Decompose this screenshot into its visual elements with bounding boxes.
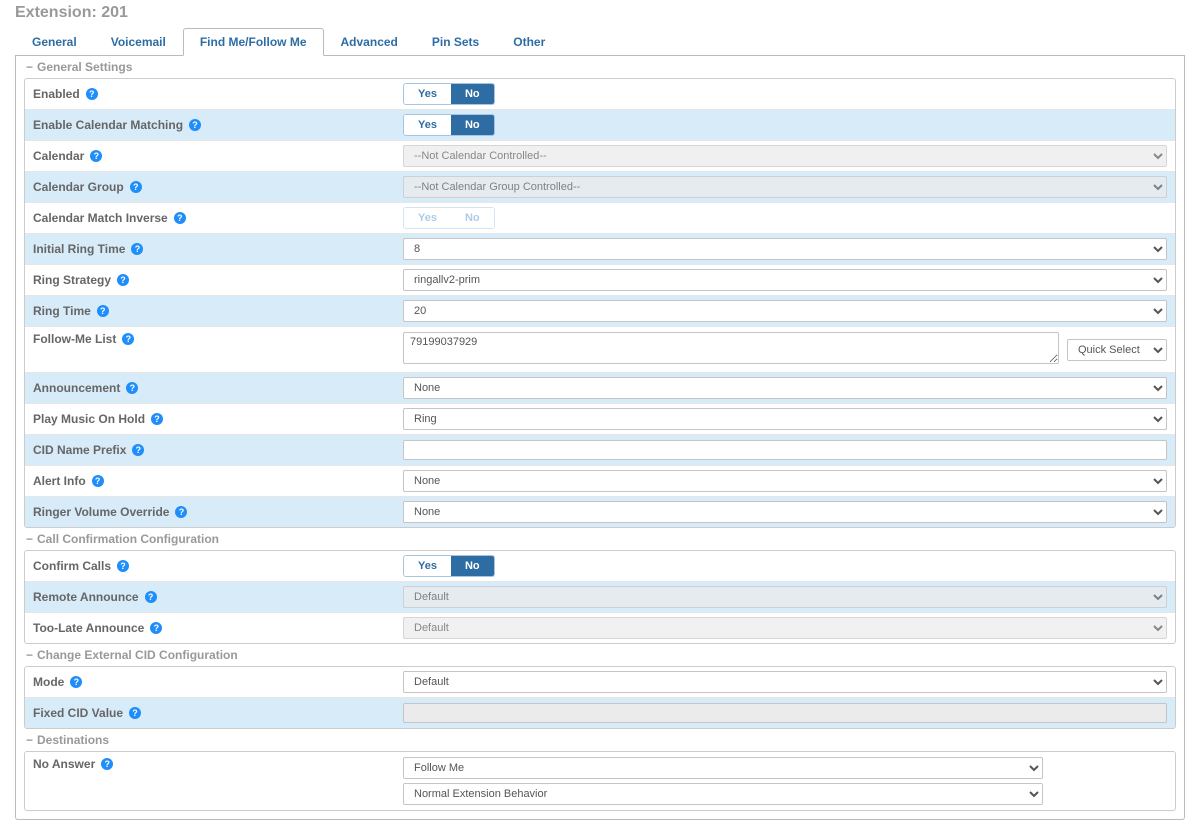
label-ring-strategy: Ring Strategy: [33, 273, 111, 287]
toggle-cal-match[interactable]: Yes No: [403, 114, 495, 136]
section-general-title[interactable]: − General Settings: [24, 56, 1176, 78]
help-icon[interactable]: ?: [101, 758, 113, 770]
select-ring-strategy[interactable]: ringallv2-prim: [403, 269, 1167, 291]
tab-other[interactable]: Other: [496, 28, 562, 56]
help-icon[interactable]: ?: [126, 382, 138, 394]
help-icon[interactable]: ?: [151, 413, 163, 425]
tab-general[interactable]: General: [15, 28, 94, 56]
toggle-confirm-calls[interactable]: Yes No: [403, 555, 495, 577]
collapse-icon: −: [26, 733, 33, 747]
label-remote-announce: Remote Announce: [33, 590, 139, 604]
label-cal-inverse: Calendar Match Inverse: [33, 211, 168, 225]
help-icon[interactable]: ?: [174, 212, 186, 224]
select-no-answer-1[interactable]: Follow Me: [403, 757, 1043, 779]
label-enabled: Enabled: [33, 87, 80, 101]
label-mode: Mode: [33, 675, 64, 689]
select-moh[interactable]: Ring: [403, 408, 1167, 430]
section-extcid-title[interactable]: − Change External CID Configuration: [24, 644, 1176, 666]
help-icon[interactable]: ?: [130, 181, 142, 193]
help-icon[interactable]: ?: [117, 274, 129, 286]
toggle-enabled[interactable]: Yes No: [403, 83, 495, 105]
select-calendar: --Not Calendar Controlled--: [403, 145, 1167, 167]
tab-findme[interactable]: Find Me/Follow Me: [183, 28, 324, 56]
page-title: Extension: 201: [15, 4, 1185, 22]
label-announcement: Announcement: [33, 381, 120, 395]
section-confirm: Confirm Calls? Yes No Remote Announce? D…: [24, 550, 1176, 644]
tab-pinsets[interactable]: Pin Sets: [415, 28, 496, 56]
label-cal-group: Calendar Group: [33, 180, 124, 194]
toggle-enabled-yes[interactable]: Yes: [404, 84, 451, 104]
tab-body: − General Settings Enabled? Yes No Enabl…: [15, 56, 1185, 820]
select-quick-select[interactable]: Quick Select: [1067, 339, 1167, 361]
select-mode[interactable]: Default: [403, 671, 1167, 693]
select-alert-info[interactable]: None: [403, 470, 1167, 492]
input-fixed-cid: [403, 703, 1167, 723]
help-icon[interactable]: ?: [86, 88, 98, 100]
label-ringer-vol: Ringer Volume Override: [33, 505, 169, 519]
select-toolate: Default: [403, 617, 1167, 639]
tab-bar: General Voicemail Find Me/Follow Me Adva…: [15, 28, 1185, 56]
help-icon[interactable]: ?: [97, 305, 109, 317]
section-extcid-label: Change External CID Configuration: [37, 648, 238, 662]
section-dest-label: Destinations: [37, 733, 109, 747]
select-announcement[interactable]: None: [403, 377, 1167, 399]
select-ring-time[interactable]: 20: [403, 300, 1167, 322]
select-init-ring[interactable]: 8: [403, 238, 1167, 260]
select-remote-announce: Default: [403, 586, 1167, 608]
help-icon[interactable]: ?: [70, 676, 82, 688]
help-icon[interactable]: ?: [122, 333, 134, 345]
help-icon[interactable]: ?: [90, 150, 102, 162]
select-cal-group: --Not Calendar Group Controlled--: [403, 176, 1167, 198]
label-calendar: Calendar: [33, 149, 84, 163]
tab-advanced[interactable]: Advanced: [324, 28, 415, 56]
help-icon[interactable]: ?: [129, 707, 141, 719]
label-follow-list: Follow-Me List: [33, 332, 116, 346]
label-no-answer: No Answer: [33, 757, 95, 771]
toggle-cal-inverse: Yes No: [403, 207, 495, 229]
select-ringer-vol[interactable]: None: [403, 501, 1167, 523]
section-extcid: Mode? Default Fixed CID Value?: [24, 666, 1176, 729]
toggle-confirm-yes[interactable]: Yes: [404, 556, 451, 576]
help-icon[interactable]: ?: [150, 622, 162, 634]
textarea-follow-list[interactable]: 79199037929: [403, 332, 1059, 364]
section-dest: No Answer? Follow Me Normal Extension Be…: [24, 751, 1176, 811]
collapse-icon: −: [26, 648, 33, 662]
label-confirm-calls: Confirm Calls: [33, 559, 111, 573]
label-init-ring: Initial Ring Time: [33, 242, 125, 256]
help-icon[interactable]: ?: [92, 475, 104, 487]
help-icon[interactable]: ?: [131, 243, 143, 255]
help-icon[interactable]: ?: [189, 119, 201, 131]
toggle-cal-match-yes[interactable]: Yes: [404, 115, 451, 135]
label-toolate: Too-Late Announce: [33, 621, 144, 635]
label-cid-prefix: CID Name Prefix: [33, 443, 126, 457]
label-alert-info: Alert Info: [33, 474, 86, 488]
input-cid-prefix[interactable]: [403, 440, 1167, 460]
collapse-icon: −: [26, 532, 33, 546]
section-dest-title[interactable]: − Destinations: [24, 729, 1176, 751]
help-icon[interactable]: ?: [175, 506, 187, 518]
help-icon[interactable]: ?: [117, 560, 129, 572]
help-icon[interactable]: ?: [132, 444, 144, 456]
collapse-icon: −: [26, 60, 33, 74]
section-confirm-title[interactable]: − Call Confirmation Configuration: [24, 528, 1176, 550]
toggle-enabled-no[interactable]: No: [451, 84, 494, 104]
toggle-cal-inverse-no: No: [451, 208, 494, 228]
label-moh: Play Music On Hold: [33, 412, 145, 426]
tab-voicemail[interactable]: Voicemail: [94, 28, 183, 56]
label-ring-time: Ring Time: [33, 304, 91, 318]
toggle-cal-inverse-yes: Yes: [404, 208, 451, 228]
section-general-label: General Settings: [37, 60, 132, 74]
section-confirm-label: Call Confirmation Configuration: [37, 532, 219, 546]
help-icon[interactable]: ?: [145, 591, 157, 603]
select-no-answer-2[interactable]: Normal Extension Behavior: [403, 783, 1043, 805]
label-fixed-cid: Fixed CID Value: [33, 706, 123, 720]
toggle-confirm-no[interactable]: No: [451, 556, 494, 576]
section-general: Enabled? Yes No Enable Calendar Matching…: [24, 78, 1176, 528]
label-cal-match: Enable Calendar Matching: [33, 118, 183, 132]
toggle-cal-match-no[interactable]: No: [451, 115, 494, 135]
